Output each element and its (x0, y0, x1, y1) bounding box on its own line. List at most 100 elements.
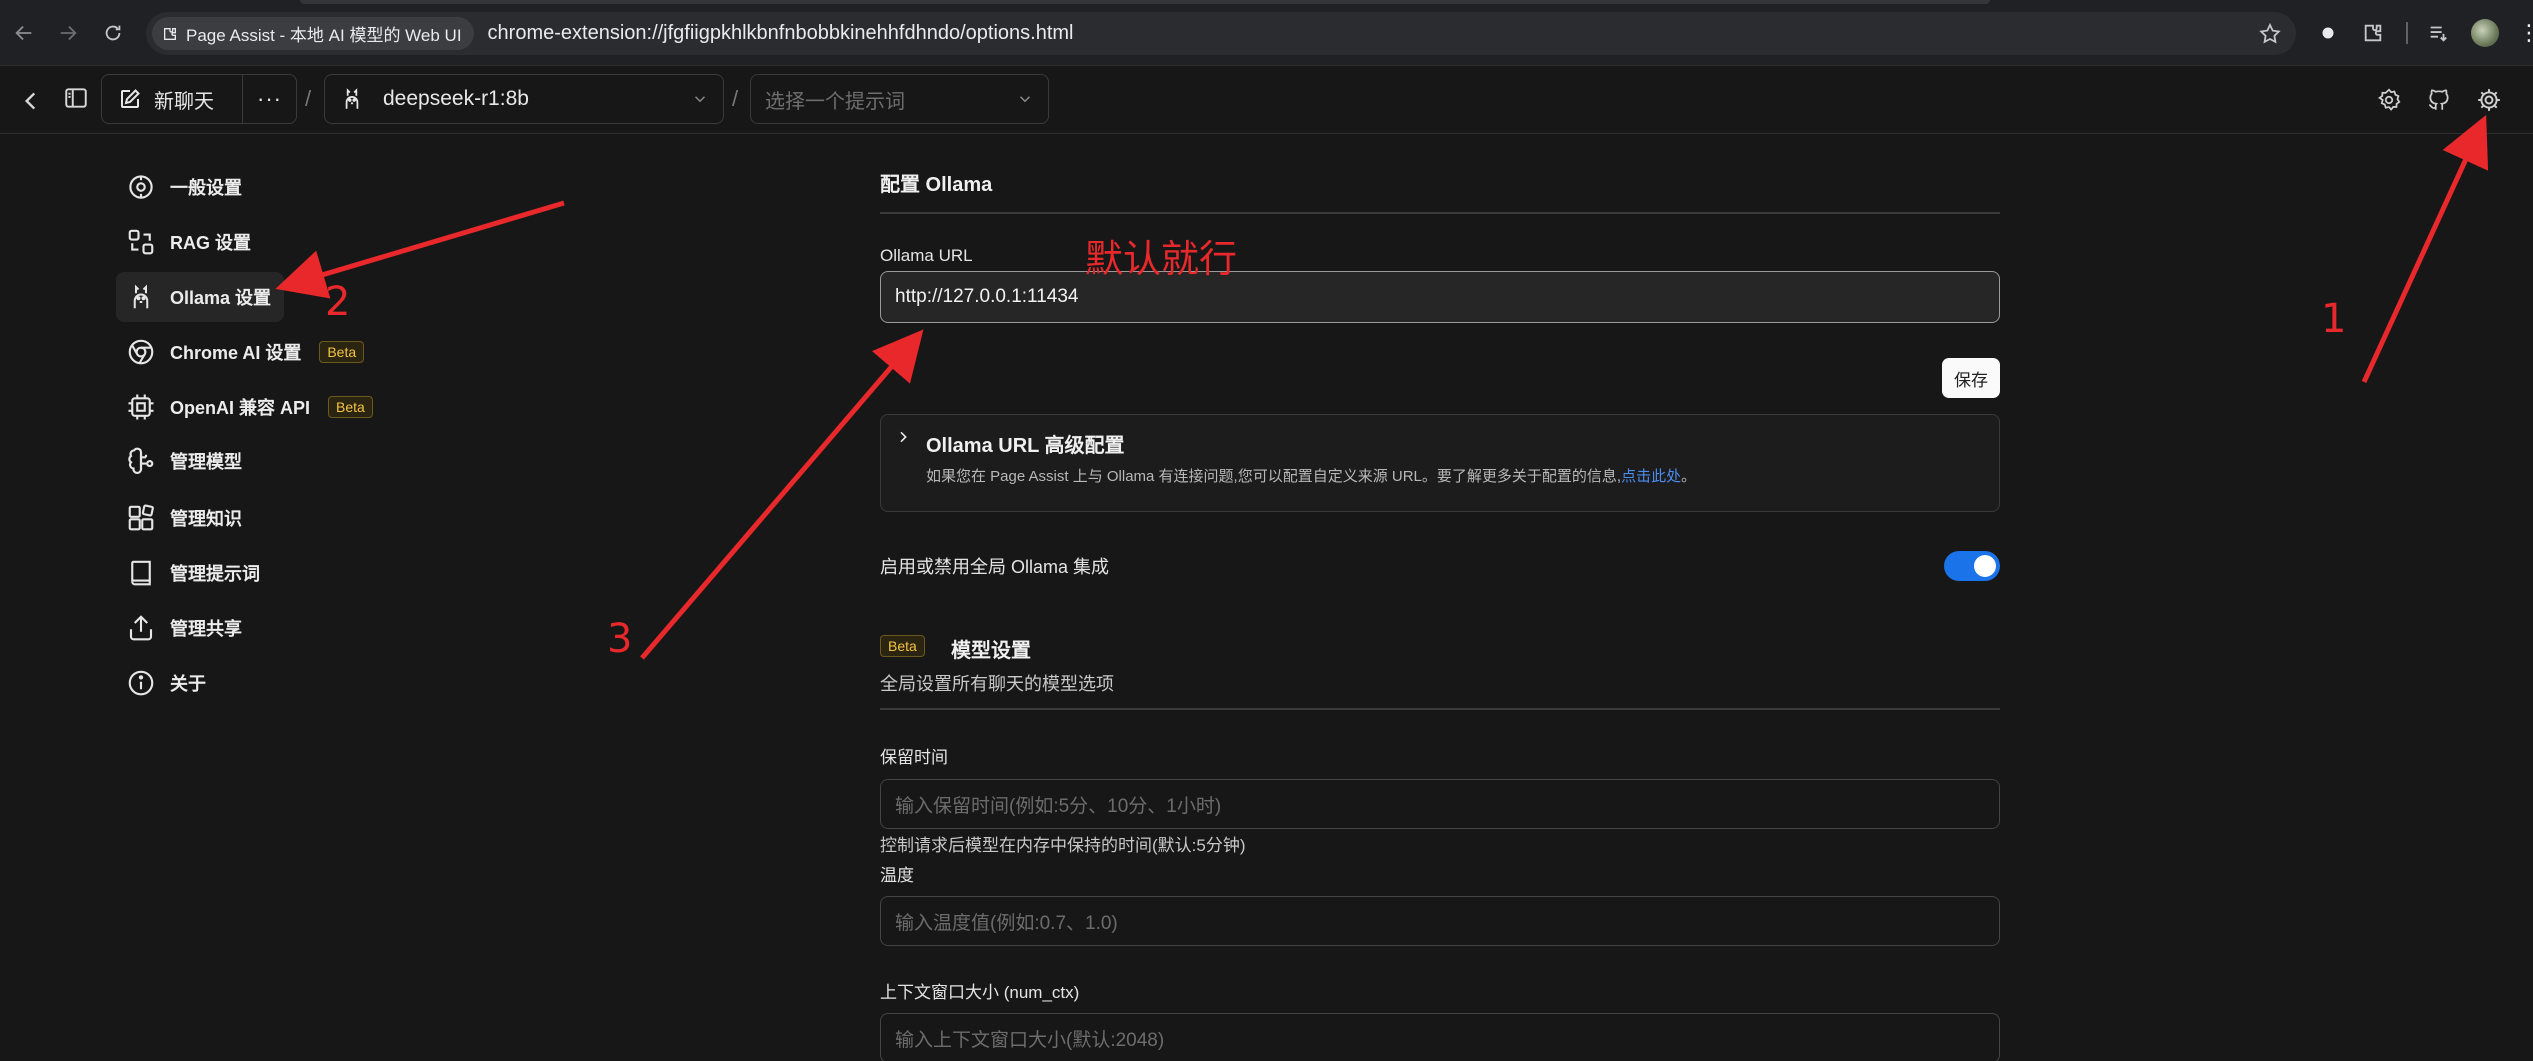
forward-arrow-icon[interactable] (53, 18, 83, 48)
more-options-button[interactable]: ··· (243, 75, 296, 123)
num-ctx-input[interactable]: 输入上下文窗口大小(默认:2048) (880, 1013, 2000, 1061)
arrow-to-options-gear (2361, 114, 2489, 384)
sidebar-item-about[interactable]: 关于 (116, 658, 386, 708)
address-bar[interactable]: Page Assist - 本地 AI 模型的 Web UI chrome-ex… (146, 12, 2296, 55)
url-text[interactable]: chrome-extension://jfgfiigpkhlkbnfnbobbk… (488, 22, 1074, 45)
sidebar-item-label: 关于 (170, 674, 206, 694)
chrome-menu-icon[interactable]: ⋮ (2518, 20, 2533, 46)
llama-icon (345, 88, 359, 109)
settings-gear-icon[interactable] (2372, 83, 2406, 117)
ollama-url-label: Ollama URL (880, 246, 973, 265)
keep-alive-placeholder: 输入保留时间(例如:5分、10分、1小时) (895, 795, 1222, 817)
keep-alive-label: 保留时间 (880, 748, 948, 767)
ollama-url-value: http://127.0.0.1:11434 (895, 286, 1079, 307)
new-chat-group: 新聊天 ··· (101, 74, 297, 124)
new-chat-label: 新聊天 (154, 90, 214, 113)
info-icon (128, 670, 154, 696)
sidebar-item-label: 管理共享 (170, 619, 242, 639)
beta-badge: Beta (328, 396, 373, 418)
site-info-chip[interactable]: Page Assist - 本地 AI 模型的 Web UI (152, 17, 474, 50)
keep-alive-hint: 控制请求后模型在内存中保持的时间(默认:5分钟) (880, 836, 1246, 855)
beta-badge: Beta (319, 341, 365, 363)
sidebar-item-manage-models[interactable]: 管理模型 (116, 436, 386, 486)
share-icon (129, 615, 153, 641)
sidebar-item-label: 管理知识 (170, 509, 242, 529)
prompt-select-placeholder: 选择一个提示词 (765, 90, 905, 113)
reading-list-icon[interactable] (2424, 19, 2452, 47)
tab-title: Page Assist - 本地 AI 模型的 Web UI (186, 26, 462, 45)
brain-icon (128, 447, 154, 474)
save-button[interactable]: 保存 (1942, 358, 2000, 398)
sidebar-toggle-icon[interactable] (60, 82, 92, 114)
bookmark-star-icon[interactable] (2258, 22, 2282, 46)
sidebar-item-label: 管理提示词 (170, 564, 260, 584)
back-chevron-icon[interactable] (16, 86, 46, 116)
book-icon (131, 560, 151, 586)
sidebar-item-label: 管理模型 (170, 452, 242, 472)
extensions-icon[interactable] (2359, 19, 2387, 47)
model-settings-title: 模型设置 (951, 640, 1031, 662)
back-arrow-icon[interactable] (9, 18, 39, 48)
temperature-input[interactable]: 输入温度值(例如:0.7、1.0) (880, 896, 2000, 946)
sidebar-item-manage-prompts[interactable]: 管理提示词 (116, 548, 386, 598)
chip-icon (128, 394, 154, 420)
sidebar-item-label: 一般设置 (170, 178, 242, 198)
section-title: 配置 Ollama (880, 174, 993, 196)
advanced-config-description: 如果您在 Page Assist 上与 Ollama 有连接问题,您可以配置自定… (926, 465, 1696, 486)
chrome-icon (128, 339, 154, 365)
options-cog-icon[interactable] (2472, 83, 2506, 117)
advanced-config-collapse[interactable]: Ollama URL 高级配置 如果您在 Page Assist 上与 Olla… (880, 414, 2000, 512)
sidebar-item-general[interactable]: 一般设置 (116, 162, 386, 212)
model-settings-divider (880, 708, 2000, 710)
model-select-value: deepseek-r1:8b (383, 87, 529, 110)
sidebar-item-manage-share[interactable]: 管理共享 (116, 603, 386, 653)
browser-toolbar: Page Assist - 本地 AI 模型的 Web UI chrome-ex… (0, 0, 2533, 66)
toggle-knob (1974, 555, 1996, 577)
sidebar-item-ollama[interactable]: Ollama 设置 (116, 272, 284, 322)
num-ctx-label: 上下文窗口大小 (num_ctx) (880, 983, 1080, 1002)
general-settings-icon (129, 175, 153, 199)
advanced-config-title: Ollama URL 高级配置 (926, 435, 1125, 457)
ollama-url-input[interactable]: http://127.0.0.1:11434 (880, 271, 2000, 323)
annotation-step-3: 3 (607, 616, 633, 662)
annotation-step-2: 2 (325, 279, 351, 325)
sidebar-item-rag[interactable]: RAG 设置 (116, 217, 386, 267)
blocks-icon (128, 504, 154, 531)
reload-icon[interactable] (98, 18, 128, 48)
sidebar-item-chrome-ai[interactable]: Chrome AI 设置 Beta (116, 327, 386, 377)
llama-icon (133, 284, 149, 309)
annotation-step-1: 1 (2321, 296, 2347, 342)
ollama-settings-panel: 配置 Ollama Ollama URL http://127.0.0.1:11… (880, 134, 2000, 1061)
temperature-placeholder: 输入温度值(例如:0.7、1.0) (895, 912, 1118, 934)
chevron-down-icon (1019, 96, 1031, 103)
sidebar-item-openai-api[interactable]: OpenAI 兼容 API Beta (116, 382, 386, 432)
advanced-config-period: 。 (1681, 468, 1697, 485)
extension-dot-icon[interactable] (2314, 19, 2342, 47)
model-select[interactable]: deepseek-r1:8b (324, 74, 724, 124)
ollama-toggle-label: 启用或禁用全局 Ollama 集成 (880, 557, 1110, 577)
keep-alive-input[interactable]: 输入保留时间(例如:5分、10分、1小时) (880, 779, 2000, 829)
rag-settings-icon (128, 229, 154, 255)
model-settings-subtitle: 全局设置所有聊天的模型选项 (880, 674, 1114, 694)
new-chat-button[interactable]: 新聊天 (102, 75, 243, 123)
tabstrip-edge (300, 0, 1990, 4)
edit-icon (121, 89, 140, 108)
header-separator: / (305, 86, 312, 111)
chevron-right-icon (900, 431, 907, 443)
chevron-down-icon (694, 96, 706, 103)
beta-badge: Beta (880, 635, 925, 657)
app-header: 新聊天 ··· / deepseek-r1:8b / 选择一个提示词 (0, 66, 2533, 134)
sidebar-item-label: RAG 设置 (170, 233, 251, 253)
sidebar-item-label: OpenAI 兼容 API (170, 398, 311, 418)
ollama-integration-toggle[interactable] (1944, 551, 2000, 581)
prompt-select[interactable]: 选择一个提示词 (750, 74, 1049, 124)
extension-puzzle-icon (164, 27, 176, 40)
header-separator: / (732, 86, 739, 111)
temperature-label: 温度 (880, 866, 914, 885)
profile-avatar[interactable] (2471, 19, 2499, 47)
click-here-link[interactable]: 点击此处 (1621, 468, 1681, 485)
sidebar-item-label: Chrome AI 设置 (170, 343, 302, 363)
github-icon[interactable] (2422, 83, 2456, 117)
sidebar-item-manage-knowledge[interactable]: 管理知识 (116, 493, 386, 543)
toolbar-divider (2406, 22, 2408, 44)
